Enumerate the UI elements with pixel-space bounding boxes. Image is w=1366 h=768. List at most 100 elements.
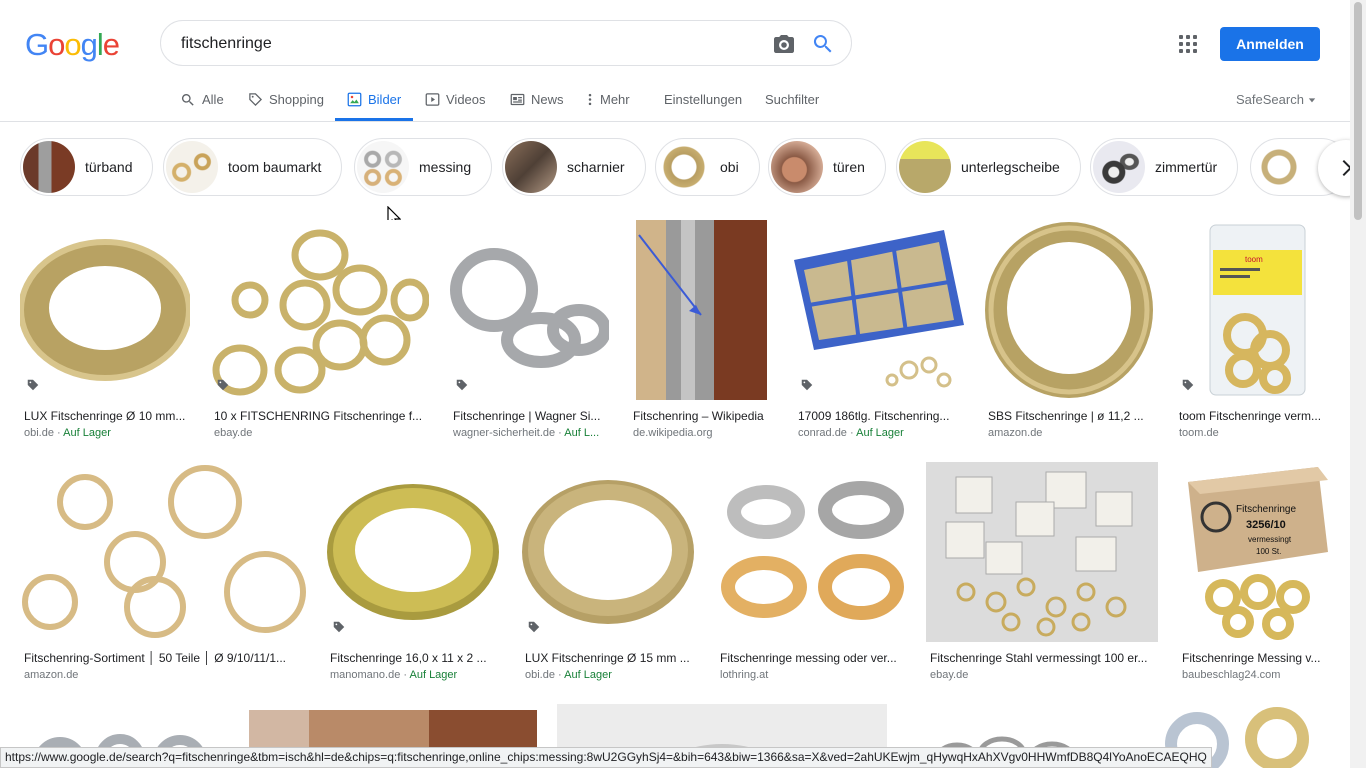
camera-icon[interactable] — [772, 32, 796, 56]
result-domain: baubeschlag24.com — [1182, 669, 1281, 681]
google-logo[interactable]: Google — [25, 27, 120, 63]
result-domain: ebay.de — [930, 669, 969, 681]
result-stock: Auf Lager — [564, 669, 612, 681]
chip-tueren[interactable]: türen — [768, 138, 886, 196]
chip-thumbnail — [166, 141, 218, 193]
result-source: conrad.de · Auf Lager — [798, 427, 904, 439]
result-title: 17009 186tlg. Fitschenring... — [798, 409, 950, 423]
tab-news[interactable]: News — [510, 78, 564, 121]
result-domain: lothring.at — [720, 669, 769, 681]
result-domain: conrad.de — [798, 427, 847, 439]
result-source: lothring.at — [716, 669, 906, 681]
apps-grid-icon[interactable] — [1176, 32, 1200, 56]
search-icon — [181, 93, 194, 106]
image-result[interactable]: 17009 186tlg. Fitschenring... conrad.de … — [794, 220, 964, 439]
chip-label: obi — [720, 159, 739, 175]
logo-letter: o — [48, 27, 65, 62]
image-result[interactable]: Fitschenringe 16,0 x 11 x 2 ... manomano… — [326, 462, 501, 681]
result-thumbnail[interactable] — [926, 462, 1158, 642]
box-sub1-text: vermessingt — [1248, 535, 1292, 544]
tab-images[interactable]: Bilder — [334, 78, 414, 121]
status-bar-url: https://www.google.de/search?q=fitschenr… — [0, 747, 1212, 768]
result-source: ebay.de — [210, 427, 429, 439]
image-result[interactable]: Fitschenring – Wikipedia de.wikipedia.or… — [629, 220, 774, 439]
result-title: Fitschenring – Wikipedia — [633, 409, 764, 423]
image-result[interactable]: toom toom Fitschenringe verm... toom.de — [1175, 220, 1332, 439]
image-result[interactable]: Fitschenringe messing oder ver... lothri… — [716, 462, 906, 681]
tab-shopping[interactable]: Shopping — [248, 78, 324, 121]
result-thumbnail[interactable]: Fitschenringe 3256/10 vermessingt 100 St. — [1178, 462, 1332, 642]
news-icon — [510, 93, 525, 106]
image-icon — [347, 92, 362, 107]
tab-label: Einstellungen — [664, 92, 743, 107]
logo-letter: e — [102, 27, 120, 62]
result-thumbnail[interactable] — [521, 462, 696, 642]
chip-unterlegscheibe[interactable]: unterlegscheibe — [896, 138, 1081, 196]
product-tag-icon — [801, 379, 813, 391]
result-thumbnail[interactable] — [984, 220, 1155, 400]
image-result[interactable]: LUX Fitschenringe Ø 10 mm... obi.de · Au… — [20, 220, 190, 439]
image-result[interactable]: LUX Fitschenringe Ø 15 mm ... obi.de · A… — [521, 462, 696, 681]
result-thumbnail[interactable] — [20, 220, 190, 400]
chip-messing[interactable]: messing — [354, 138, 493, 196]
result-thumbnail[interactable] — [326, 462, 501, 642]
tab-settings[interactable]: Einstellungen — [664, 78, 742, 121]
result-title: 10 x FITSCHENRING Fitschenringe f... — [214, 409, 423, 423]
result-source: toom.de — [1175, 427, 1332, 439]
chip-scharnier[interactable]: scharnier — [502, 138, 646, 196]
result-thumbnail[interactable] — [794, 220, 964, 400]
chip-thumbnail — [505, 141, 557, 193]
signin-button[interactable]: Anmelden — [1220, 27, 1320, 61]
tab-videos[interactable]: Videos — [425, 78, 486, 121]
search-icon[interactable] — [811, 32, 835, 56]
tab-tools[interactable]: Suchfilter — [765, 78, 819, 121]
chip-label: unterlegscheibe — [961, 159, 1060, 175]
result-thumbnail[interactable] — [210, 220, 429, 400]
image-result[interactable]: Fitschenringe | Wagner Si... wagner-sich… — [449, 220, 609, 439]
image-result[interactable]: Fitschenringe 3256/10 vermessingt 100 St. F… — [1178, 462, 1332, 681]
result-domain: ebay.de — [214, 427, 253, 439]
tab-label: Suchfilter — [765, 92, 820, 107]
result-stock: Auf Lager — [409, 669, 458, 681]
image-result[interactable]: SBS Fitschenringe | ø 11,2 ... amazon.de — [984, 220, 1155, 439]
product-tag-icon — [333, 621, 345, 633]
result-stock: Auf L... — [564, 427, 600, 439]
result-thumbnail[interactable] — [629, 220, 774, 400]
result-title: LUX Fitschenringe Ø 10 mm... — [24, 409, 186, 423]
result-thumbnail[interactable] — [449, 220, 609, 400]
play-icon — [425, 93, 440, 106]
result-thumbnail[interactable] — [20, 462, 306, 642]
result-domain: manomano.de — [330, 669, 401, 681]
tab-label: Videos — [446, 92, 486, 107]
chip-obi[interactable]: obi — [655, 138, 760, 196]
image-result[interactable]: 10 x FITSCHENRING Fitschenringe f... eba… — [210, 220, 429, 439]
result-title: Fitschenringe messing oder ver... — [720, 651, 897, 665]
chip-thumbnail — [658, 141, 710, 193]
result-source: amazon.de — [984, 427, 1155, 439]
result-domain: toom.de — [1179, 427, 1219, 439]
chip-toom-baumarkt[interactable]: toom baumarkt — [163, 138, 343, 196]
more-vert-icon — [588, 93, 592, 106]
chip-label: türen — [833, 159, 865, 175]
chip-tuerband[interactable]: türband — [20, 138, 154, 196]
product-tag-icon — [1182, 379, 1194, 391]
result-domain: obi.de — [24, 427, 54, 439]
safesearch-dropdown[interactable]: SafeSearch — [1236, 92, 1316, 107]
search-box — [160, 20, 852, 66]
result-domain: amazon.de — [24, 669, 79, 681]
tab-more[interactable]: Mehr — [586, 78, 630, 121]
toom-brand-text: toom — [1245, 255, 1263, 264]
result-title: SBS Fitschenringe | ø 11,2 ... — [988, 409, 1144, 423]
tab-label: Shopping — [269, 92, 324, 107]
result-thumbnail[interactable] — [716, 462, 906, 642]
tab-all[interactable]: Alle — [180, 78, 224, 121]
chip-thumbnail — [1253, 141, 1305, 193]
chip-zimmertuer[interactable]: zimmertür — [1090, 138, 1239, 196]
vertical-scrollbar[interactable] — [1350, 0, 1366, 768]
search-input[interactable] — [181, 32, 741, 56]
result-thumbnail[interactable]: toom — [1175, 220, 1332, 400]
result-domain: amazon.de — [988, 427, 1043, 439]
image-result[interactable]: Fitschenringe Stahl vermessingt 100 er..… — [926, 462, 1158, 681]
image-result[interactable]: Fitschenring-Sortiment │ 50 Teile │ Ø 9/… — [20, 462, 306, 681]
scrollbar-thumb[interactable] — [1354, 2, 1362, 220]
